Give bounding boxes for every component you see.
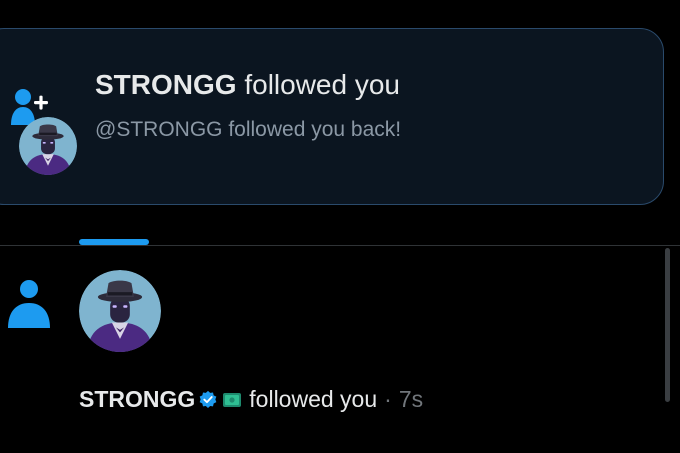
timestamp: 7s	[398, 386, 424, 412]
toast-subtitle: @STRONGG followed you back!	[95, 118, 402, 141]
feed-username[interactable]: STRONGG	[79, 386, 195, 413]
avatar[interactable]	[79, 270, 161, 352]
follow-toast[interactable]: STRONGG followed you @STRONGG followed y…	[0, 28, 664, 205]
toast-username[interactable]: STRONGG	[95, 69, 237, 100]
separator-dot: ·	[384, 386, 392, 412]
toast-action: followed you	[244, 69, 400, 100]
person-icon	[8, 280, 50, 328]
scrollbar[interactable]	[665, 248, 670, 402]
divider	[0, 245, 680, 246]
avatar[interactable]	[19, 117, 77, 175]
avatar-image	[79, 270, 161, 352]
verified-badge-icon	[199, 390, 217, 408]
notification-text: STRONGG followed you · 7s	[79, 386, 423, 413]
feed-action: followed you	[249, 386, 378, 412]
notifications-screen: STRONGG followed you @STRONGG followed y…	[0, 0, 680, 453]
toast-title: STRONGG followed you	[95, 69, 400, 101]
avatar-image	[19, 117, 77, 175]
money-emoji-icon	[223, 392, 242, 407]
